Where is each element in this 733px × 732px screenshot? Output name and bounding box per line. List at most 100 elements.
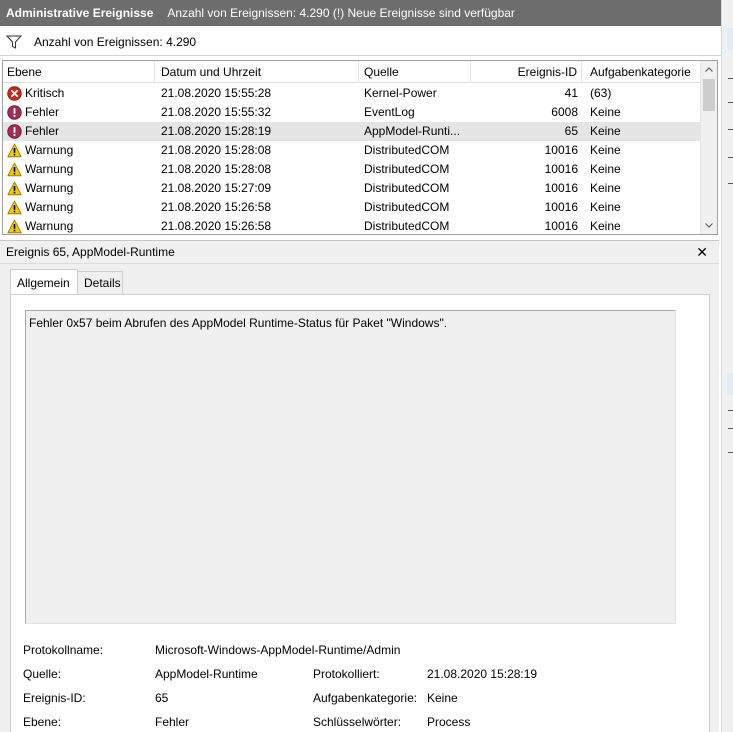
column-header-event-id[interactable]: Ereignis-ID <box>471 61 582 83</box>
level-text: Warnung <box>25 219 74 233</box>
cell-level: Warnung <box>7 198 155 217</box>
view-title: Administrative Ereignisse <box>6 6 154 20</box>
prop-keywords-value: Process <box>427 715 471 729</box>
table-row[interactable]: Fehler 21.08.2020 15:55:32 EventLog 6008 Kei… <box>3 103 701 122</box>
column-header-category[interactable]: Aufgabenkategorie <box>586 61 701 83</box>
level-text: Warnung <box>25 181 74 195</box>
warning-icon <box>7 181 22 196</box>
cell-category: Keine <box>590 105 621 119</box>
cell-source: DistributedCOM <box>364 181 450 195</box>
cell-source: DistributedCOM <box>364 219 450 233</box>
prop-logname-label: Protokollname: <box>23 643 104 657</box>
table-row[interactable]: Warnung 21.08.2020 15:28:08 DistributedCOM… <box>3 141 701 160</box>
cell-level: Warnung <box>7 160 155 179</box>
cell-category: (63) <box>590 86 612 100</box>
prop-keywords-label: Schlüsselwörter: <box>313 715 402 729</box>
table-row[interactable]: Warnung 21.08.2020 15:26:58 DistributedCOM… <box>3 198 701 217</box>
warning-icon <box>7 162 22 177</box>
cell-event-id: 10016 <box>544 200 578 214</box>
cell-level: Fehler <box>7 103 155 122</box>
cell-event-id: 10016 <box>544 219 578 233</box>
prop-level-label: Ebene: <box>23 715 62 729</box>
filter-count-text: Anzahl von Ereignissen: 4.290 <box>34 34 197 49</box>
cell-source: DistributedCOM <box>364 143 450 157</box>
level-text: Warnung <box>25 162 74 176</box>
close-icon[interactable]: ✕ <box>696 245 708 259</box>
table-row[interactable]: Fehler 21.08.2020 15:28:19 AppModel-Runti.… <box>3 122 701 141</box>
table-row[interactable]: Warnung 21.08.2020 15:27:09 DistributedCOM… <box>3 179 701 198</box>
prop-logged-label: Protokolliert: <box>313 667 380 681</box>
event-detail-title: Ereignis 65, AppModel-Runtime <box>6 245 175 259</box>
cell-event-id: 10016 <box>544 181 578 195</box>
prop-category-label: Aufgabenkategorie: <box>313 691 418 705</box>
level-text: Warnung <box>25 143 74 157</box>
event-list-scrollbar[interactable] <box>700 61 717 234</box>
table-row[interactable]: Warnung 21.08.2020 15:28:08 DistributedCOM… <box>3 160 701 179</box>
cell-date: 21.08.2020 15:26:58 <box>161 200 272 214</box>
actions-pane-edge <box>721 0 733 732</box>
table-row[interactable]: Kritisch 21.08.2020 15:55:28 Kernel-Power 4… <box>3 84 701 103</box>
actions-pane-header-2 <box>727 373 733 395</box>
prop-source-value: AppModel-Runtime <box>155 667 258 681</box>
cell-category: Keine <box>590 162 621 176</box>
table-row[interactable]: Warnung 21.08.2020 15:26:58 DistributedCOM… <box>3 217 701 234</box>
general-tab-panel: Fehler 0x57 beim Abrufen des AppModel Ru… <box>10 294 710 732</box>
event-list[interactable]: Ebene Datum und Uhrzeit Quelle Ereignis-… <box>2 60 718 235</box>
error-icon <box>7 105 22 120</box>
cell-event-id: 65 <box>564 124 578 138</box>
cell-date: 21.08.2020 15:27:09 <box>161 181 272 195</box>
title-bar: Administrative Ereignisse Anzahl von Ere… <box>0 0 721 26</box>
column-header-date[interactable]: Datum und Uhrzeit <box>157 61 359 83</box>
cell-level: Warnung <box>7 217 155 234</box>
cell-category: Keine <box>590 219 621 233</box>
cell-category: Keine <box>590 124 621 138</box>
level-text: Warnung <box>25 200 74 214</box>
warning-icon <box>7 219 22 234</box>
cell-date: 21.08.2020 15:28:08 <box>161 143 272 157</box>
cell-date: 21.08.2020 15:28:19 <box>161 124 272 138</box>
cell-event-id: 41 <box>564 86 578 100</box>
column-header-level[interactable]: Ebene <box>7 61 155 83</box>
actions-pane-header <box>727 28 733 50</box>
chevron-down-icon <box>705 223 713 228</box>
cell-level: Kritisch <box>7 84 155 103</box>
scroll-down-button[interactable] <box>701 217 717 234</box>
funnel-icon[interactable] <box>6 35 22 49</box>
critical-icon <box>7 86 22 101</box>
event-detail-header: Ereignis 65, AppModel-Runtime ✕ <box>0 240 719 264</box>
error-icon <box>7 124 22 139</box>
event-message[interactable]: Fehler 0x57 beim Abrufen des AppModel Ru… <box>25 310 676 624</box>
cell-category: Keine <box>590 181 621 195</box>
cell-event-id: 10016 <box>544 143 578 157</box>
filter-bar: Anzahl von Ereignissen: 4.290 <box>0 28 721 56</box>
prop-level-value: Fehler <box>155 715 190 729</box>
prop-eventid-value: 65 <box>155 691 169 705</box>
column-header-source[interactable]: Quelle <box>359 61 471 83</box>
cell-date: 21.08.2020 15:26:58 <box>161 219 272 233</box>
cell-category: Keine <box>590 200 621 214</box>
prop-eventid-label: Ereignis-ID: <box>23 691 86 705</box>
event-detail-pane: Allgemein Details Fehler 0x57 beim Abruf… <box>0 264 719 732</box>
scroll-thumb[interactable] <box>703 79 715 111</box>
scroll-up-button[interactable] <box>701 61 717 78</box>
warning-icon <box>7 200 22 215</box>
cell-event-id: 6008 <box>551 105 578 119</box>
cell-source: EventLog <box>364 105 415 119</box>
cell-date: 21.08.2020 15:55:28 <box>161 86 272 100</box>
event-count-notice: Anzahl von Ereignissen: 4.290 (!) Neue E… <box>167 6 515 20</box>
cell-level: Fehler <box>7 122 155 141</box>
event-list-header: Ebene Datum und Uhrzeit Quelle Ereignis-… <box>3 61 701 83</box>
tab-general[interactable]: Allgemein <box>10 269 78 296</box>
cell-date: 21.08.2020 15:55:32 <box>161 105 272 119</box>
level-text: Fehler <box>25 105 60 119</box>
tab-details[interactable]: Details <box>77 271 123 295</box>
cell-source: AppModel-Runti... <box>364 124 461 138</box>
cell-event-id: 10016 <box>544 162 578 176</box>
cell-source: Kernel-Power <box>364 86 437 100</box>
chevron-up-icon <box>705 67 713 72</box>
cell-category: Keine <box>590 143 621 157</box>
warning-icon <box>7 143 22 158</box>
cell-level: Warnung <box>7 179 155 198</box>
cell-level: Warnung <box>7 141 155 160</box>
level-text: Kritisch <box>25 86 65 100</box>
